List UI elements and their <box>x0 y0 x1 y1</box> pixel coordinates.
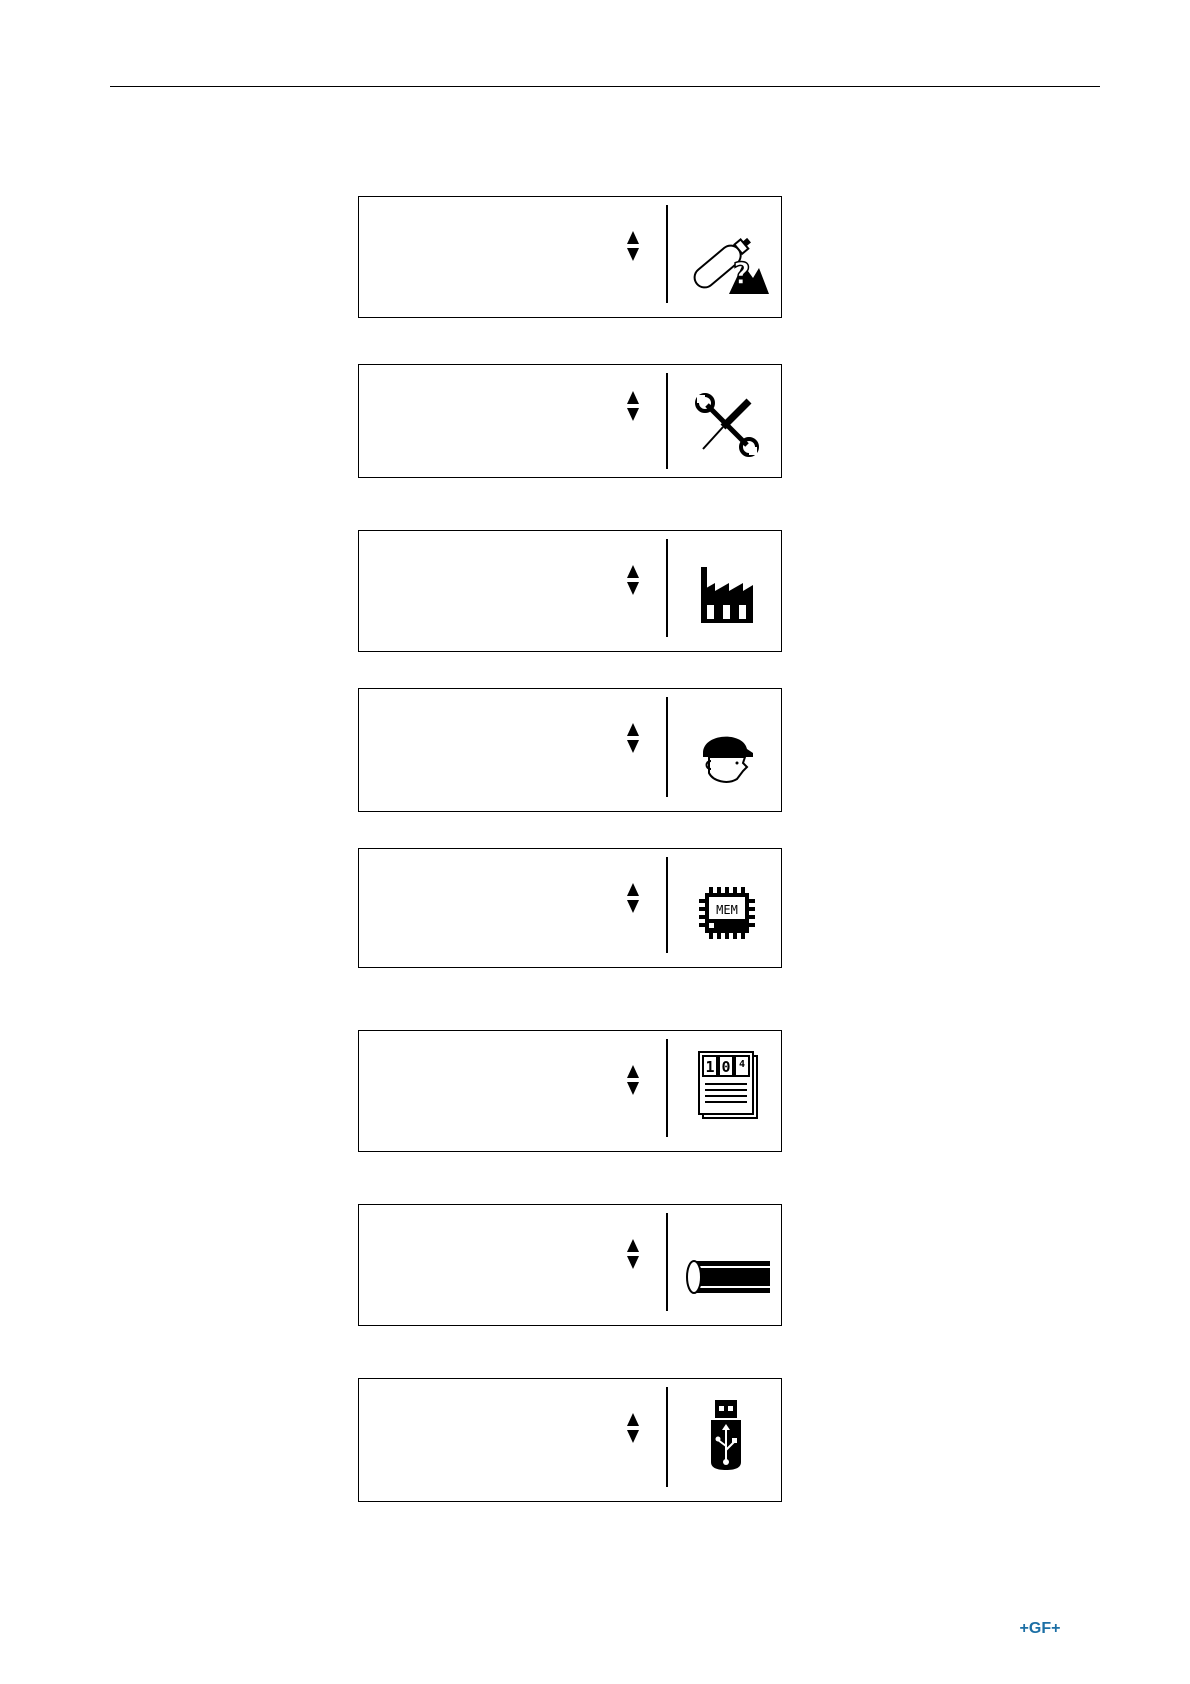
svg-text:0: 0 <box>721 1058 730 1076</box>
gf-logo: +GF+ <box>1010 1618 1070 1640</box>
scroll-arrows-icon[interactable] <box>627 1239 639 1269</box>
scroll-arrows-icon[interactable] <box>627 1065 639 1095</box>
svg-text:?: ? <box>733 257 750 292</box>
screens-stack: ? MEM 1 0 4 <box>0 0 1190 1684</box>
divider-line <box>666 857 668 953</box>
scroll-arrows-icon[interactable] <box>627 391 639 421</box>
lcd-screen <box>358 1204 782 1326</box>
scroll-arrows-icon[interactable] <box>627 231 639 261</box>
tools-icon <box>679 383 775 467</box>
pipe-icon <box>679 1235 775 1319</box>
factory-icon <box>679 553 775 637</box>
scroll-arrows-icon[interactable] <box>627 1413 639 1443</box>
lcd-screen <box>358 364 782 478</box>
lcd-screen <box>358 1378 782 1502</box>
divider-line <box>666 697 668 797</box>
svg-text:4: 4 <box>739 1059 745 1070</box>
divider-line <box>666 205 668 303</box>
divider-line <box>666 373 668 469</box>
lcd-screen <box>358 688 782 812</box>
svg-text:MEM: MEM <box>716 903 738 917</box>
divider-line <box>666 1387 668 1487</box>
divider-line <box>666 1213 668 1311</box>
lcd-screen <box>358 530 782 652</box>
lcd-screen: ? <box>358 196 782 318</box>
divider-line <box>666 1039 668 1137</box>
scroll-arrows-icon[interactable] <box>627 883 639 913</box>
welding-help-icon: ? <box>679 219 775 303</box>
lcd-screen: MEM <box>358 848 782 968</box>
operator-icon <box>679 713 775 797</box>
logo-text: +GF+ <box>1019 1620 1061 1637</box>
counter-report-icon: 1 0 4 <box>679 1043 775 1127</box>
scroll-arrows-icon[interactable] <box>627 565 639 595</box>
svg-text:1: 1 <box>705 1058 714 1076</box>
usb-stick-icon <box>679 1393 775 1477</box>
lcd-screen: 1 0 4 <box>358 1030 782 1152</box>
divider-line <box>666 539 668 637</box>
scroll-arrows-icon[interactable] <box>627 723 639 753</box>
memory-chip-icon: MEM <box>679 871 775 955</box>
